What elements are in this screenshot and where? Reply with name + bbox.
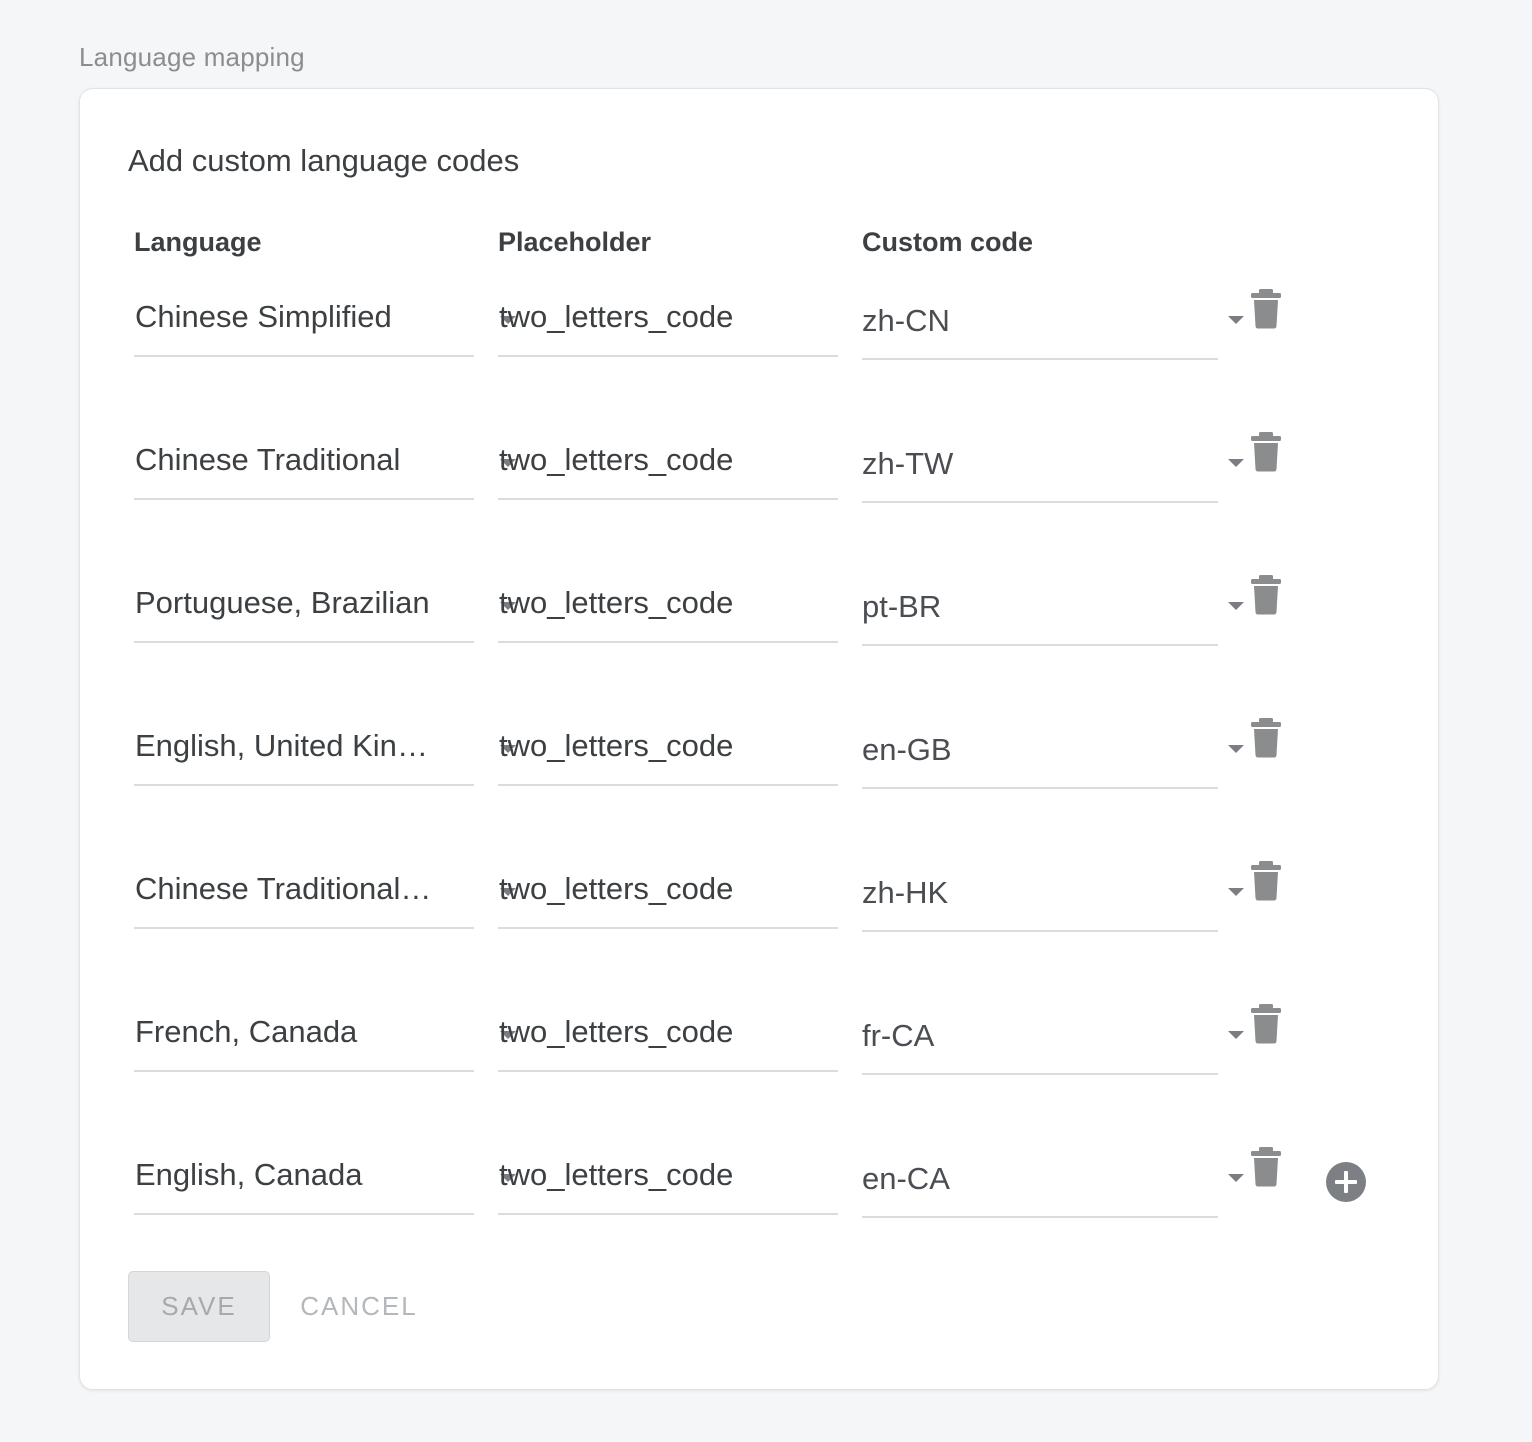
language-select[interactable]: English, United Kingdom — [134, 714, 516, 786]
custom-code-value: en-CA — [862, 1161, 950, 1196]
language-select-value: English, Canada — [135, 1157, 363, 1192]
caret-down-icon — [1228, 888, 1244, 896]
trash-icon[interactable] — [1250, 432, 1282, 472]
caret-down-icon — [1228, 1174, 1244, 1182]
trash-icon[interactable] — [1250, 1004, 1282, 1044]
placeholder-select-value: two_letters_code — [499, 871, 734, 906]
caret-down-icon — [1228, 459, 1244, 467]
language-select-value: Chinese Traditional — [135, 442, 401, 477]
caret-down-icon — [1228, 602, 1244, 610]
trash-icon[interactable] — [1250, 289, 1282, 329]
mapping-row: Portuguese, Brazilian two_letters_code pt-… — [80, 571, 1438, 701]
mapping-row: English, Canada two_letters_code en-CA — [80, 1143, 1438, 1273]
language-select[interactable]: Chinese Traditional — [134, 428, 516, 500]
mapping-row: Chinese Traditional, Hong Kong two_letter… — [80, 857, 1438, 987]
language-mapping-card: Add custom language codes Language Place… — [79, 88, 1439, 1390]
placeholder-select-value: two_letters_code — [499, 299, 734, 334]
language-select-value: Chinese Simplified — [135, 299, 392, 334]
column-header-custom-code: Custom code — [862, 227, 1034, 257]
language-select-value: Portuguese, Brazilian — [135, 585, 430, 620]
placeholder-select-value: two_letters_code — [499, 1014, 734, 1049]
caret-down-icon — [1228, 316, 1244, 324]
save-button[interactable]: SAVE — [128, 1271, 270, 1342]
custom-code-input[interactable]: en-CA — [862, 1143, 1218, 1218]
caret-down-icon — [1228, 745, 1244, 753]
column-header-language: Language — [134, 227, 262, 257]
custom-code-input[interactable]: zh-CN — [862, 285, 1218, 360]
language-select-value: French, Canada — [135, 1014, 358, 1049]
placeholder-select-value: two_letters_code — [499, 1157, 734, 1192]
placeholder-select[interactable]: two_letters_code — [498, 571, 1244, 643]
placeholder-select-value: two_letters_code — [499, 442, 734, 477]
mapping-row: Chinese Traditional two_letters_code zh-TW — [80, 428, 1438, 558]
placeholder-select[interactable]: two_letters_code — [498, 285, 1244, 357]
placeholder-select[interactable]: two_letters_code — [498, 857, 1244, 929]
custom-code-input[interactable]: zh-TW — [862, 428, 1218, 503]
language-select[interactable]: English, Canada — [134, 1143, 516, 1215]
custom-code-input[interactable]: en-GB — [862, 714, 1218, 789]
caret-down-icon — [1228, 1031, 1244, 1039]
trash-icon[interactable] — [1250, 861, 1282, 901]
mapping-row: French, Canada two_letters_code fr-CA — [80, 1000, 1438, 1130]
language-select-value: Chinese Traditional, Hong Kong — [135, 871, 437, 906]
card-title: Add custom language codes — [128, 143, 520, 178]
cancel-button[interactable]: CANCEL — [288, 1271, 430, 1342]
trash-icon[interactable] — [1250, 1147, 1282, 1187]
mapping-row: Chinese Simplified two_letters_code zh-CN — [80, 285, 1438, 415]
custom-code-value: zh-CN — [862, 303, 950, 338]
placeholder-select-value: two_letters_code — [499, 585, 734, 620]
language-select[interactable]: Chinese Simplified — [134, 285, 516, 357]
column-header-placeholder: Placeholder — [498, 227, 652, 257]
custom-code-input[interactable]: zh-HK — [862, 857, 1218, 932]
placeholder-select[interactable]: two_letters_code — [498, 714, 1244, 786]
placeholder-select[interactable]: two_letters_code — [498, 428, 1244, 500]
plus-circle-icon[interactable] — [1325, 1161, 1367, 1203]
placeholder-select[interactable]: two_letters_code — [498, 1143, 1244, 1215]
language-select[interactable]: Portuguese, Brazilian — [134, 571, 516, 643]
section-label: Language mapping — [79, 42, 305, 72]
custom-code-value: zh-HK — [862, 875, 949, 910]
language-select-value: English, United Kingdom — [135, 728, 437, 763]
placeholder-select-value: two_letters_code — [499, 728, 734, 763]
custom-code-value: zh-TW — [862, 446, 954, 481]
placeholder-select[interactable]: two_letters_code — [498, 1000, 1244, 1072]
trash-icon[interactable] — [1250, 718, 1282, 758]
custom-code-value: pt-BR — [862, 589, 942, 624]
mapping-row: English, United Kingdom two_letters_code e… — [80, 714, 1438, 844]
custom-code-input[interactable]: fr-CA — [862, 1000, 1218, 1075]
custom-code-input[interactable]: pt-BR — [862, 571, 1218, 646]
trash-icon[interactable] — [1250, 575, 1282, 615]
custom-code-value: fr-CA — [862, 1018, 935, 1053]
custom-code-value: en-GB — [862, 732, 952, 767]
language-select[interactable]: French, Canada — [134, 1000, 516, 1072]
language-select[interactable]: Chinese Traditional, Hong Kong — [134, 857, 516, 929]
